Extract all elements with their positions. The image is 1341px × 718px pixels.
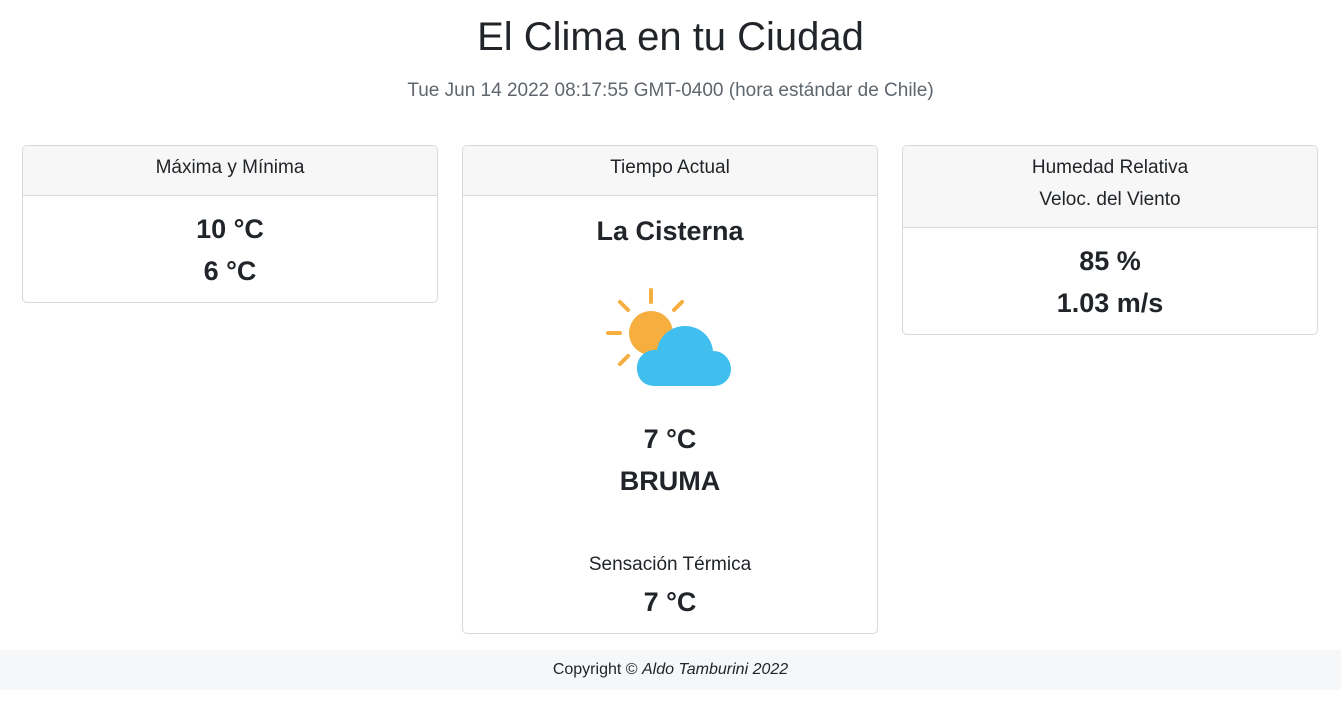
current-weather-card-header: Tiempo Actual — [463, 146, 877, 196]
current-weather-card-body: La Cisterna 7 °C BRUMA Sensación Térmica… — [463, 196, 877, 633]
current-weather-card: Tiempo Actual La Cisterna 7 °C BRUMA Sen… — [462, 145, 878, 634]
partly-cloudy-icon — [606, 288, 731, 386]
humidity-header-label: Humedad Relativa — [1031, 157, 1189, 178]
copyright-author: Aldo Tamburini 2022 — [642, 661, 789, 678]
copyright-text: Copyright © — [552, 661, 638, 678]
wind-speed-value: 1.03 m/s — [1056, 288, 1164, 318]
humidity-wind-card: Humedad Relativa Veloc. del Viento 85 % … — [902, 145, 1318, 335]
minmax-card: Máxima y Mínima 10 °C 6 °C — [22, 145, 438, 303]
wind-header-label: Veloc. del Viento — [1039, 189, 1181, 210]
weather-description: BRUMA — [619, 466, 721, 496]
min-temperature: 6 °C — [203, 256, 257, 286]
footer: Copyright © Aldo Tamburini 2022 — [0, 650, 1341, 690]
minmax-card-header: Máxima y Mínima — [23, 146, 437, 196]
current-datetime: Tue Jun 14 2022 08:17:55 GMT-0400 (hora … — [407, 80, 934, 101]
page-title: El Clima en tu Ciudad — [477, 15, 864, 59]
feels-like-value: 7 °C — [643, 587, 697, 617]
max-temperature: 10 °C — [196, 214, 264, 244]
minmax-card-body: 10 °C 6 °C — [23, 196, 437, 292]
humidity-wind-card-header: Humedad Relativa Veloc. del Viento — [903, 146, 1317, 228]
feels-like-label: Sensación Térmica — [588, 554, 752, 575]
humidity-value: 85 % — [1079, 246, 1141, 276]
humidity-wind-card-body: 85 % 1.03 m/s — [903, 228, 1317, 324]
city-name: La Cisterna — [596, 216, 744, 246]
current-temperature: 7 °C — [643, 424, 697, 454]
